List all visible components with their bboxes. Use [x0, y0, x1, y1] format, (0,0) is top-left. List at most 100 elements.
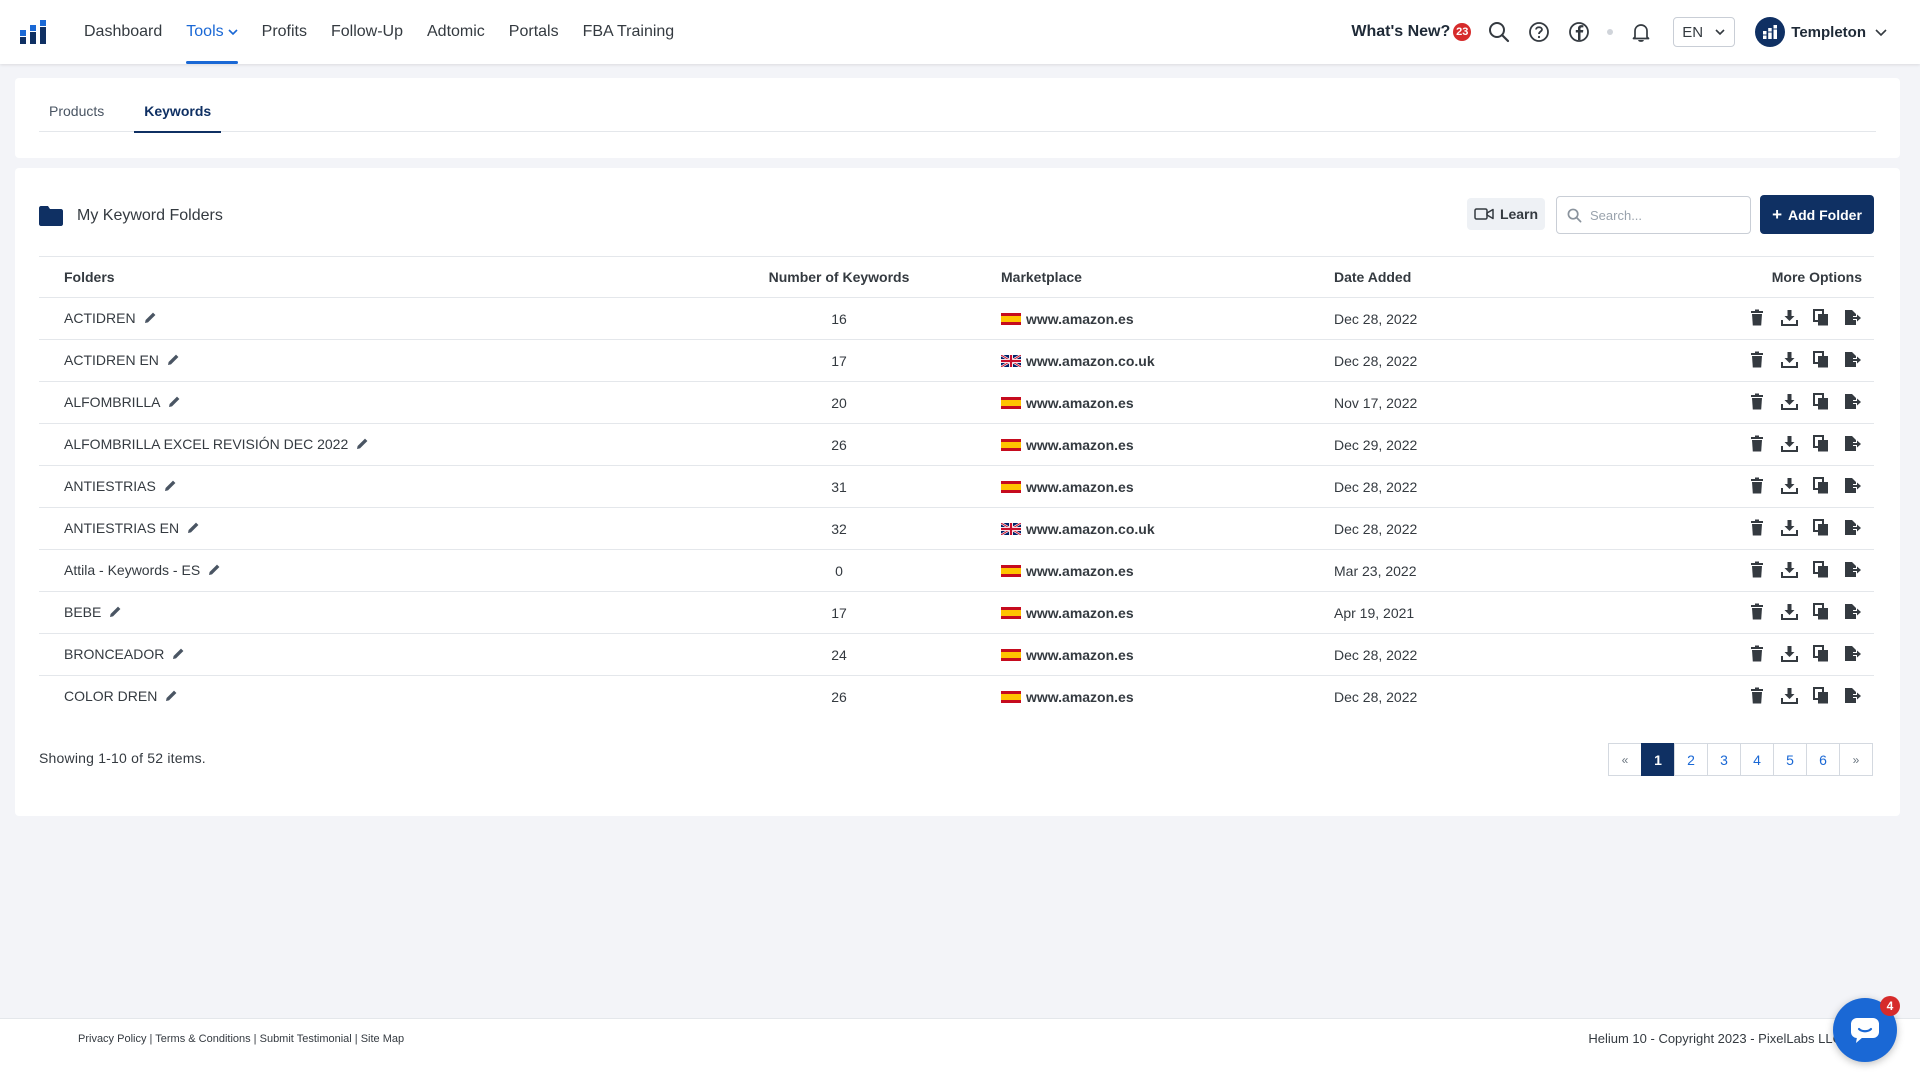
- user-menu[interactable]: Templeton: [1755, 17, 1888, 47]
- learn-button[interactable]: Learn: [1467, 198, 1545, 230]
- copy-icon[interactable]: [1812, 308, 1830, 326]
- nav-dashboard[interactable]: Dashboard: [84, 0, 162, 64]
- copy-icon[interactable]: [1812, 392, 1830, 410]
- folder-name-link[interactable]: ANTIESTRIAS EN: [64, 520, 179, 536]
- export-icon[interactable]: [1844, 476, 1862, 494]
- trash-icon[interactable]: [1748, 350, 1766, 368]
- folder-name-link[interactable]: ACTIDREN EN: [64, 352, 159, 368]
- tab-keywords[interactable]: Keywords: [134, 90, 222, 133]
- trash-icon[interactable]: [1748, 518, 1766, 536]
- export-icon[interactable]: [1844, 434, 1862, 452]
- column-header-date-added[interactable]: Date Added: [1334, 256, 1614, 298]
- pagination-page[interactable]: 6: [1806, 743, 1840, 776]
- folder-name-link[interactable]: BEBE: [64, 604, 101, 620]
- folder-name-link[interactable]: COLOR DREN: [64, 688, 157, 704]
- download-icon[interactable]: [1780, 560, 1798, 578]
- copy-icon[interactable]: [1812, 602, 1830, 620]
- pagination-page[interactable]: 1: [1641, 743, 1675, 776]
- pagination-prev[interactable]: «: [1608, 743, 1642, 776]
- folder-icon: [39, 206, 63, 226]
- tab-products[interactable]: Products: [39, 90, 114, 132]
- folder-name-link[interactable]: BRONCEADOR: [64, 646, 164, 662]
- column-header-folders[interactable]: Folders: [39, 256, 689, 298]
- folder-name-link[interactable]: ALFOMBRILLA EXCEL REVISIÓN DEC 2022: [64, 436, 348, 452]
- download-icon[interactable]: [1780, 518, 1798, 536]
- trash-icon[interactable]: [1748, 602, 1766, 620]
- folder-name-link[interactable]: ANTIESTRIAS: [64, 478, 156, 494]
- edit-pencil-icon[interactable]: [356, 437, 369, 453]
- edit-pencil-icon[interactable]: [172, 647, 185, 663]
- whats-new-link[interactable]: What's New? 23: [1351, 23, 1472, 41]
- nav-profits[interactable]: Profits: [262, 0, 307, 64]
- helium10-logo-icon[interactable]: [20, 20, 46, 44]
- copy-icon[interactable]: [1812, 434, 1830, 452]
- download-icon[interactable]: [1780, 350, 1798, 368]
- pagination-page[interactable]: 2: [1674, 743, 1708, 776]
- help-icon[interactable]: [1527, 20, 1551, 44]
- export-icon[interactable]: [1844, 308, 1862, 326]
- export-icon[interactable]: [1844, 350, 1862, 368]
- copy-icon[interactable]: [1812, 518, 1830, 536]
- nav-fba-training[interactable]: FBA Training: [583, 0, 675, 64]
- search-input[interactable]: [1590, 207, 1740, 223]
- folder-name-link[interactable]: ACTIDREN: [64, 310, 136, 326]
- column-header-keyword-count[interactable]: Number of Keywords: [689, 256, 989, 298]
- download-icon[interactable]: [1780, 687, 1798, 705]
- search-field[interactable]: [1556, 196, 1751, 234]
- column-header-marketplace[interactable]: Marketplace: [989, 256, 1334, 298]
- export-icon[interactable]: [1844, 602, 1862, 620]
- trash-icon[interactable]: [1748, 644, 1766, 662]
- pagination-page[interactable]: 4: [1740, 743, 1774, 776]
- edit-pencil-icon[interactable]: [109, 605, 122, 621]
- copy-icon[interactable]: [1812, 644, 1830, 662]
- download-icon[interactable]: [1780, 392, 1798, 410]
- export-icon[interactable]: [1844, 560, 1862, 578]
- edit-pencil-icon[interactable]: [167, 353, 180, 369]
- trash-icon[interactable]: [1748, 476, 1766, 494]
- footer-link-terms[interactable]: Terms & Conditions: [155, 1033, 250, 1045]
- edit-pencil-icon[interactable]: [144, 311, 157, 327]
- nav-tools[interactable]: Tools: [186, 0, 239, 64]
- export-icon[interactable]: [1844, 687, 1862, 705]
- edit-pencil-icon[interactable]: [168, 395, 181, 411]
- add-folder-button[interactable]: + Add Folder: [1760, 195, 1874, 234]
- trash-icon[interactable]: [1748, 308, 1766, 326]
- pagination-page[interactable]: 3: [1707, 743, 1741, 776]
- download-icon[interactable]: [1780, 476, 1798, 494]
- download-icon[interactable]: [1780, 308, 1798, 326]
- trash-icon[interactable]: [1748, 434, 1766, 452]
- trash-icon[interactable]: [1748, 560, 1766, 578]
- pagination-page[interactable]: 5: [1773, 743, 1807, 776]
- folder-cell: COLOR DREN: [39, 676, 689, 718]
- pagination-next[interactable]: »: [1839, 743, 1873, 776]
- export-icon[interactable]: [1844, 518, 1862, 536]
- trash-icon[interactable]: [1748, 392, 1766, 410]
- footer-link-testimonial[interactable]: Submit Testimonial: [260, 1033, 352, 1045]
- nav-portals[interactable]: Portals: [509, 0, 559, 64]
- nav-follow-up[interactable]: Follow-Up: [331, 0, 403, 64]
- more-options-cell: [1614, 297, 1874, 340]
- search-icon[interactable]: [1487, 20, 1511, 44]
- edit-pencil-icon[interactable]: [164, 479, 177, 495]
- download-icon[interactable]: [1780, 644, 1798, 662]
- folder-name-link[interactable]: Attila - Keywords - ES: [64, 562, 200, 578]
- download-icon[interactable]: [1780, 602, 1798, 620]
- export-icon[interactable]: [1844, 644, 1862, 662]
- footer-link-privacy[interactable]: Privacy Policy: [78, 1033, 146, 1045]
- folder-name-link[interactable]: ALFOMBRILLA: [64, 394, 160, 410]
- copy-icon[interactable]: [1812, 350, 1830, 368]
- edit-pencil-icon[interactable]: [187, 521, 200, 537]
- edit-pencil-icon[interactable]: [208, 563, 221, 579]
- copy-icon[interactable]: [1812, 560, 1830, 578]
- trash-icon[interactable]: [1748, 687, 1766, 705]
- download-icon[interactable]: [1780, 434, 1798, 452]
- nav-adtomic[interactable]: Adtomic: [427, 0, 485, 64]
- facebook-icon[interactable]: [1567, 20, 1591, 44]
- footer-link-sitemap[interactable]: Site Map: [361, 1033, 404, 1045]
- bell-icon[interactable]: [1629, 20, 1653, 44]
- copy-icon[interactable]: [1812, 687, 1830, 705]
- export-icon[interactable]: [1844, 392, 1862, 410]
- copy-icon[interactable]: [1812, 476, 1830, 494]
- language-select[interactable]: EN: [1673, 17, 1736, 47]
- edit-pencil-icon[interactable]: [165, 689, 178, 705]
